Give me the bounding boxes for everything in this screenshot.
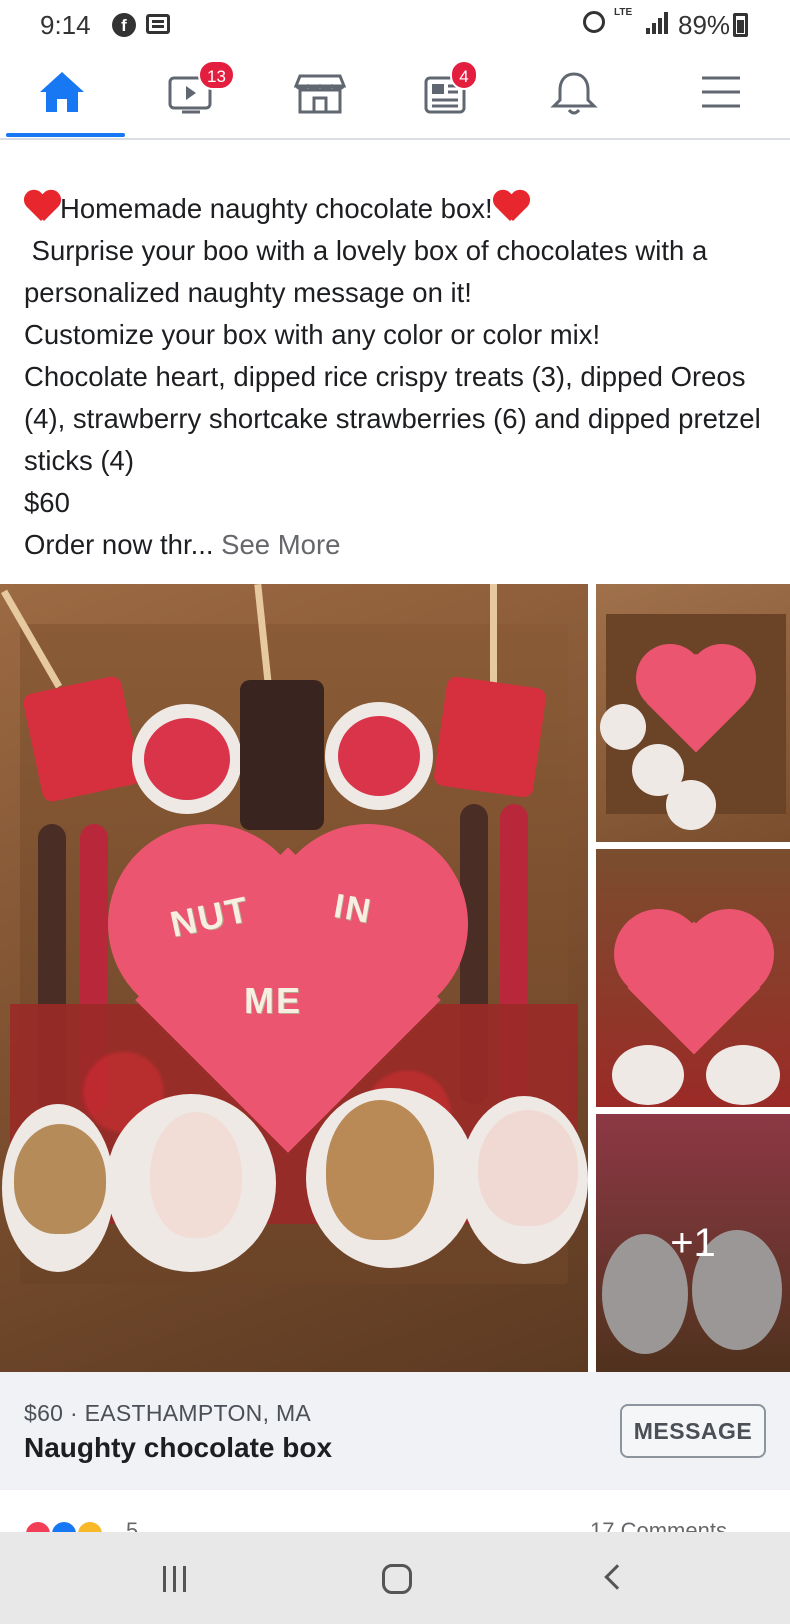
recent-apps-button[interactable] xyxy=(163,1566,187,1592)
see-more-link[interactable]: See More xyxy=(221,529,340,560)
news-badge: 4 xyxy=(450,60,478,90)
tab-watch[interactable]: 13 xyxy=(164,60,235,120)
dipped-oreo xyxy=(144,718,230,800)
heart-text-in: IN xyxy=(331,886,376,932)
signal-icon xyxy=(646,12,668,34)
tab-menu[interactable] xyxy=(694,64,754,120)
bell-icon xyxy=(550,72,598,115)
battery-icon xyxy=(733,13,748,37)
listing-price-location: $60 · EASTHAMPTON, MA xyxy=(24,1400,312,1426)
back-button[interactable] xyxy=(604,1564,630,1590)
white-dipped-strawberry xyxy=(478,1110,578,1226)
status-bar: 9:14 f LTE 89% xyxy=(0,0,790,48)
tab-home[interactable] xyxy=(34,64,94,120)
post-headline: Homemade naughty chocolate box! xyxy=(60,193,493,224)
dipped-oreo xyxy=(338,716,420,796)
shortcake-strawberry xyxy=(14,1124,106,1234)
thumbnail-photo-3[interactable]: +1 xyxy=(596,1114,790,1372)
haha-reaction-icon[interactable] xyxy=(76,1520,104,1532)
active-tab-indicator xyxy=(6,133,125,137)
treat-stick xyxy=(490,584,497,684)
red-rice-crispy-treat xyxy=(432,675,548,799)
tab-notifications[interactable] xyxy=(544,64,604,120)
chocolate-rice-crispy-treat xyxy=(240,680,324,830)
status-time: 9:14 xyxy=(40,10,91,40)
android-nav-bar xyxy=(0,1532,790,1624)
white-dipped-strawberry xyxy=(150,1112,242,1238)
red-heart-icon xyxy=(24,191,60,223)
home-icon xyxy=(40,72,84,112)
reactions-row: 5 17 Comments xyxy=(0,1490,790,1532)
battery-percent: 89% xyxy=(678,10,731,40)
facebook-notification-icon: f xyxy=(112,13,136,37)
comments-count[interactable]: 17 Comments xyxy=(590,1518,727,1532)
like-reaction-icon[interactable] xyxy=(50,1520,78,1532)
chocolate-heart xyxy=(614,909,774,1059)
top-nav-bar: 13 4 xyxy=(0,48,790,140)
home-button[interactable] xyxy=(382,1564,412,1594)
more-photos-count: +1 xyxy=(596,1114,790,1372)
tab-marketplace[interactable] xyxy=(290,64,350,120)
main-photo[interactable]: NUT IN ME xyxy=(0,584,588,1372)
love-reaction-icon[interactable] xyxy=(24,1520,52,1532)
message-button[interactable]: MESSAGE xyxy=(620,1404,766,1458)
marketplace-icon xyxy=(293,74,347,114)
listing-title[interactable]: Naughty chocolate box xyxy=(24,1432,332,1464)
tab-news[interactable]: 4 xyxy=(416,60,478,120)
post-description: Homemade naughty chocolate box! Surprise… xyxy=(24,188,769,566)
post-body: Surprise your boo with a lovely box of c… xyxy=(24,235,761,560)
watch-badge: 13 xyxy=(198,60,235,90)
network-type: LTE xyxy=(614,7,633,18)
thumbnail-photo-2[interactable] xyxy=(596,849,790,1107)
shortcake-strawberry xyxy=(326,1100,434,1240)
alarm-icon xyxy=(583,11,605,33)
chocolate-heart xyxy=(636,644,756,754)
menu-icon xyxy=(702,76,740,108)
reaction-count[interactable]: 5 xyxy=(126,1518,138,1532)
listing-bar: $60 · EASTHAMPTON, MA Naughty chocolate … xyxy=(0,1372,790,1490)
red-heart-icon xyxy=(493,191,529,223)
thumbnail-photo-1[interactable] xyxy=(596,584,790,842)
message-notification-icon xyxy=(146,14,170,34)
heart-text-me: ME xyxy=(244,980,302,1021)
